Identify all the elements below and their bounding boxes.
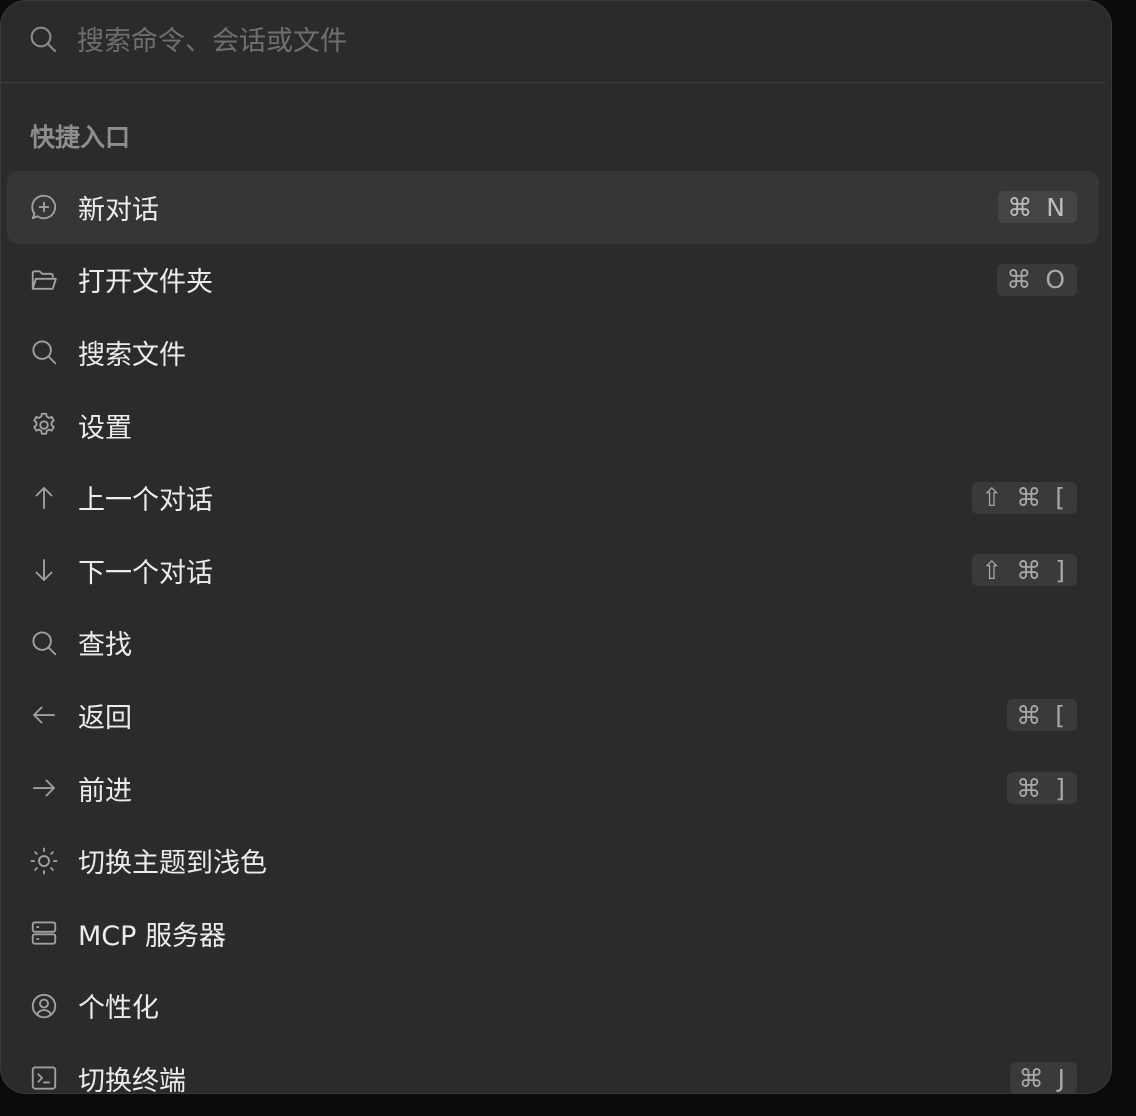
command-list: 新对话 ⌘ N 打开文件夹 ⌘ O 搜索文件设置上一个对话 ⇧ ⌘ [ 下一个对话 ⇧ ⌘ ]…: [7, 171, 1099, 1094]
shortcut-badge: ⌘ N: [998, 191, 1077, 224]
shortcut-badge: ⇧ ⌘ [: [972, 481, 1077, 514]
arrow-down-icon: [28, 554, 60, 586]
command-label: 打开文件夹: [78, 267, 213, 299]
arrow-left-icon: [28, 699, 60, 731]
command-item[interactable]: 切换终端 ⌘ J: [7, 1042, 1099, 1094]
command-item[interactable]: 新对话 ⌘ N: [7, 171, 1099, 244]
command-label: 下一个对话: [78, 557, 213, 589]
command-item[interactable]: 打开文件夹 ⌘ O: [7, 244, 1099, 317]
command-label: 个性化: [78, 993, 159, 1025]
command-label: 查找: [78, 630, 132, 662]
command-item[interactable]: 设置: [7, 389, 1099, 462]
search-icon: [28, 627, 60, 659]
shortcut-badge: ⌘ ]: [1007, 772, 1077, 805]
search-input[interactable]: [77, 26, 977, 57]
user-circle-icon: [28, 990, 60, 1022]
command-label: 前进: [78, 775, 132, 807]
command-label: 新对话: [78, 194, 159, 226]
search-icon: [28, 336, 60, 368]
shortcut-badge: ⇧ ⌘ ]: [972, 554, 1077, 587]
command-item[interactable]: 下一个对话 ⇧ ⌘ ]: [7, 534, 1099, 607]
arrow-up-icon: [28, 482, 60, 514]
folder-open-icon: [28, 264, 60, 296]
command-item[interactable]: 个性化: [7, 970, 1099, 1043]
command-label: 上一个对话: [78, 485, 213, 517]
command-label: 设置: [78, 412, 132, 444]
shortcut-badge: ⌘ J: [1009, 1062, 1077, 1093]
command-item[interactable]: 上一个对话 ⇧ ⌘ [: [7, 461, 1099, 534]
search-icon: [27, 23, 59, 60]
command-label: MCP 服务器: [78, 920, 227, 952]
gear-icon: [28, 409, 60, 441]
arrow-right-icon: [28, 772, 60, 804]
search-bar: [1, 1, 1105, 83]
command-item[interactable]: 切换主题到浅色: [7, 824, 1099, 897]
command-item[interactable]: 前进 ⌘ ]: [7, 752, 1099, 825]
new-chat-icon: [28, 191, 60, 223]
command-item[interactable]: 查找: [7, 607, 1099, 680]
sun-icon: [28, 845, 60, 877]
command-label: 切换终端: [78, 1065, 186, 1094]
server-icon: [28, 917, 60, 949]
command-label: 搜索文件: [78, 339, 186, 371]
command-item[interactable]: 返回 ⌘ [: [7, 679, 1099, 752]
command-palette: 快捷入口 新对话 ⌘ N 打开文件夹 ⌘ O 搜索文件设置上一个对话 ⇧ ⌘ [ 下一个对话…: [0, 0, 1112, 1094]
command-label: 切换主题到浅色: [78, 848, 267, 880]
shortcut-badge: ⌘ O: [997, 263, 1077, 296]
shortcut-badge: ⌘ [: [1007, 699, 1077, 732]
command-label: 返回: [78, 702, 132, 734]
command-item[interactable]: MCP 服务器: [7, 897, 1099, 970]
terminal-icon: [28, 1062, 60, 1093]
command-item[interactable]: 搜索文件: [7, 316, 1099, 389]
section-title: 快捷入口: [30, 123, 131, 152]
